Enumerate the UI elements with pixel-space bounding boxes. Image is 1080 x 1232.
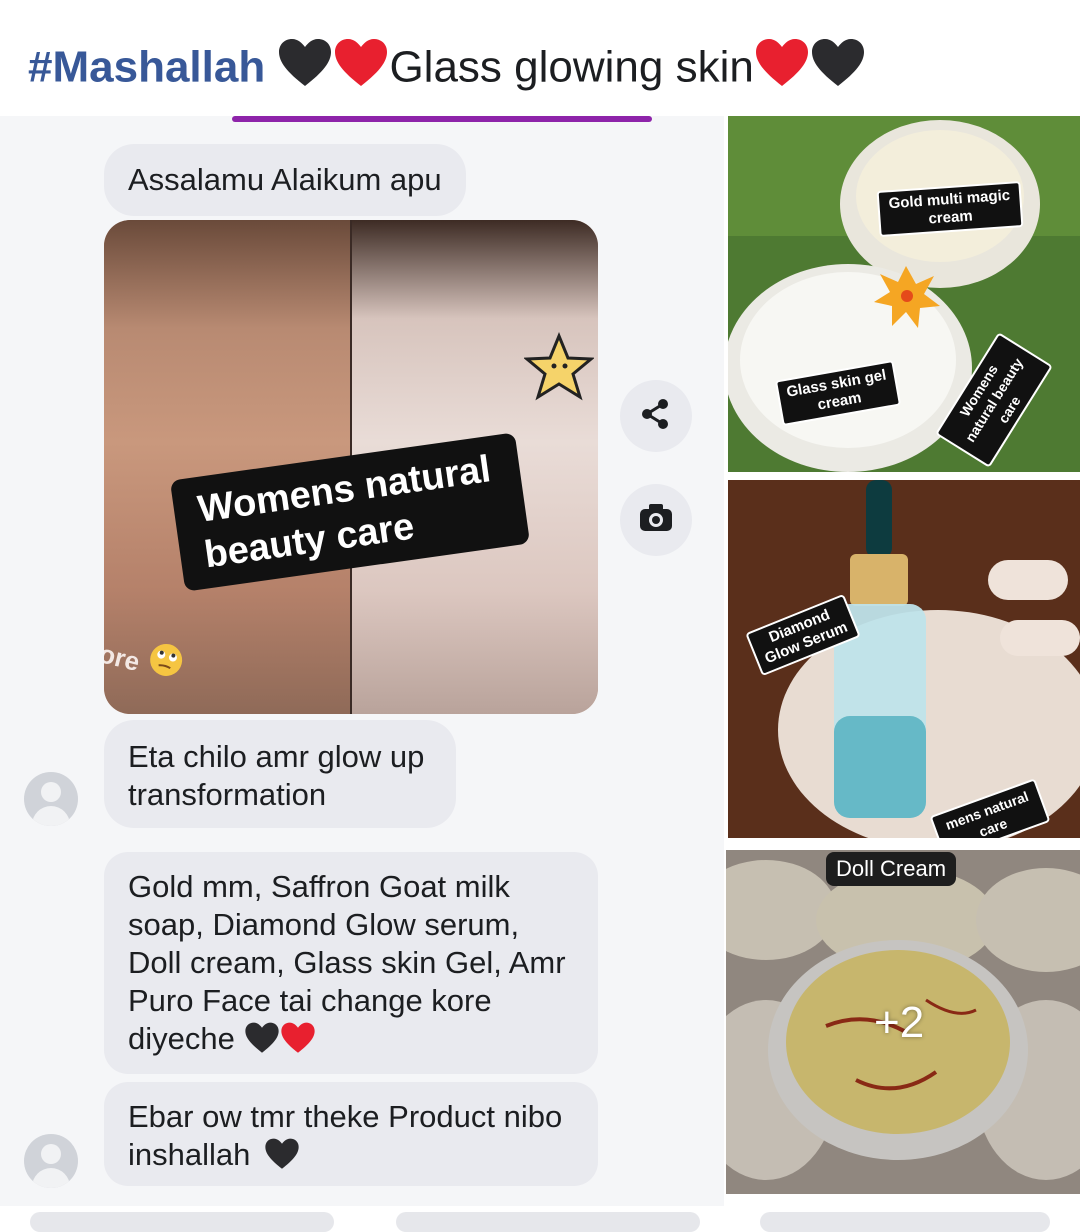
red-heart-icon (333, 38, 389, 102)
black-heart-icon (277, 38, 333, 102)
black-heart-icon (244, 1022, 280, 1063)
product-photo-tile[interactable]: Diamond Glow Serum mens natural care (728, 480, 1080, 838)
before-after-photo[interactable]: ore Womens natural beauty care (104, 220, 598, 714)
avatar-icon (24, 772, 78, 826)
share-button[interactable] (620, 380, 692, 452)
message-bubble: Ebar ow tmr theke Product nibo inshallah (104, 1082, 598, 1186)
camera-button[interactable] (620, 484, 692, 556)
message-text: Ebar ow tmr theke Product nibo inshallah (128, 1099, 563, 1172)
product-label: Doll Cream (826, 852, 957, 886)
post-title-text: Glass glowing skin (389, 42, 754, 92)
reaction-pill[interactable] (760, 1212, 1050, 1232)
post-title: #Mashallah Glass glowing skin (28, 38, 866, 102)
camera-icon (638, 502, 674, 539)
red-heart-icon (754, 38, 810, 102)
share-icon (639, 397, 673, 436)
reaction-pill[interactable] (396, 1212, 700, 1232)
before-label-text: ore (104, 638, 143, 678)
message-text: Gold mm, Saffron Goat milk soap, Diamond… (128, 869, 566, 1056)
message-bubble: Gold mm, Saffron Goat milk soap, Diamond… (104, 852, 598, 1074)
reaction-pill[interactable] (30, 1212, 334, 1232)
product-label-text: Gold multi magic cream (888, 186, 1011, 228)
black-heart-icon (264, 1138, 300, 1179)
red-heart-icon (280, 1022, 316, 1063)
chat-screenshot-image[interactable]: Assalamu Alaikum apu ore Womens natural … (0, 116, 724, 1221)
star-sticker-icon (523, 332, 595, 402)
message-bubble: Assalamu Alaikum apu (104, 144, 466, 216)
product-photo-tile[interactable]: +2 (726, 850, 1080, 1194)
avatar-icon (24, 1134, 78, 1188)
post-header: #Mashallah Glass glowing skin (0, 0, 1080, 116)
accent-line (232, 116, 652, 122)
more-photos-count[interactable]: +2 (874, 998, 924, 1048)
message-text: Assalamu Alaikum apu (128, 162, 442, 197)
black-heart-icon (810, 38, 866, 102)
hashtag-link[interactable]: #Mashallah (28, 43, 265, 92)
message-text: Eta chilo amr glow up transformation (128, 739, 425, 812)
message-bubble: Eta chilo amr glow up transformation (104, 720, 456, 828)
product-photo-tile[interactable]: Gold multi magic cream Glass skin gel cr… (728, 116, 1080, 472)
product-label-text: Doll Cream (836, 856, 947, 881)
